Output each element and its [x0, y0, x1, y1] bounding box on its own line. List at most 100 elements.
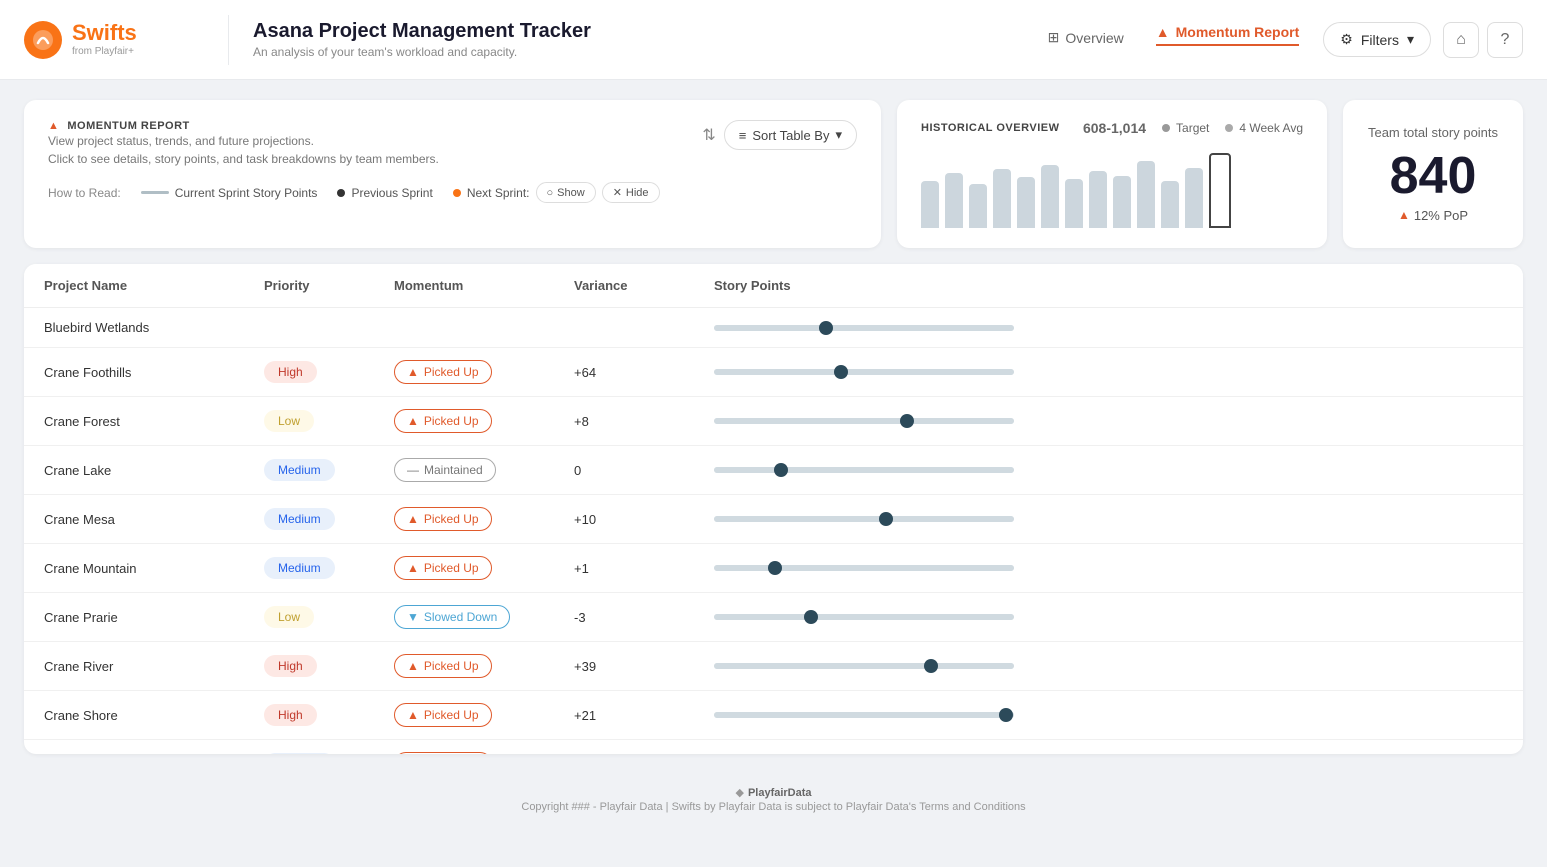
hist-target-legend: Target [1162, 121, 1209, 135]
story-points-bar [714, 712, 1014, 718]
legend-current-label: Current Sprint Story Points [175, 186, 318, 200]
header-nav: ⊞ Overview ▲ Momentum Report [1048, 24, 1300, 55]
momentum-badge-up: ▲Picked Up [394, 654, 492, 678]
table-row[interactable]: Crane Forest Low ▲Picked Up +8 [24, 397, 1523, 446]
home-button[interactable]: ⌂ [1443, 22, 1479, 58]
header-actions: ⌂ ? [1443, 22, 1523, 58]
story-points-bar [714, 369, 1014, 375]
legend-next-dot [453, 189, 461, 197]
sp-track [714, 369, 1014, 375]
table-row[interactable]: Bluebird Wetlands [24, 308, 1523, 348]
panel-title: ▲ MOMENTUM REPORT [48, 120, 439, 132]
table-body: Bluebird Wetlands Crane Foothills High ▲… [24, 308, 1523, 755]
story-change-value: 12% PoP [1414, 208, 1468, 223]
story-points-bar [714, 663, 1014, 669]
table-header-row: Project Name Priority Momentum Variance … [24, 264, 1523, 308]
panel-title-area: ▲ MOMENTUM REPORT View project status, t… [48, 120, 439, 168]
sp-dot [774, 463, 788, 477]
table-row[interactable]: Crane Mountain Medium ▲Picked Up +1 [24, 544, 1523, 593]
momentum-cell [374, 308, 554, 348]
header-divider [228, 15, 229, 65]
table-row[interactable]: Crane Shore High ▲Picked Up +21 [24, 691, 1523, 740]
hist-title: HISTORICAL OVERVIEW [921, 122, 1059, 134]
picked-up-icon: ▲ [407, 512, 419, 526]
momentum-icon: ▲ [48, 120, 59, 132]
project-name-cell: Crane Mesa [24, 495, 244, 544]
legend-previous: Previous Sprint [337, 186, 432, 200]
priority-badge-high: High [264, 361, 317, 383]
story-points-bar [714, 325, 1014, 331]
story-points-cell [694, 593, 1523, 642]
sp-track [714, 418, 1014, 424]
priority-cell: High [244, 348, 374, 397]
priority-cell: Medium [244, 740, 374, 755]
table-row[interactable]: Crane Prarie Low ▼Slowed Down -3 [24, 593, 1523, 642]
hide-button[interactable]: ✕ Hide [602, 182, 660, 203]
priority-badge-medium: Medium [264, 459, 335, 481]
filters-button[interactable]: ⚙ Filters ▾ [1323, 22, 1431, 57]
story-points-bar [714, 516, 1014, 522]
project-name-cell: Crane Foothills [24, 348, 244, 397]
momentum-cell: ▲Picked Up [374, 397, 554, 446]
project-name-cell: Crane Forest [24, 397, 244, 446]
show-hide-buttons: ○ Show ✕ Hide [536, 182, 660, 203]
chart-bar [945, 173, 963, 228]
hist-avg-label: 4 Week Avg [1239, 121, 1303, 135]
table-row[interactable]: Crane Lake Medium —Maintained 0 [24, 446, 1523, 495]
hist-chart [921, 148, 1303, 228]
chart-bar-group [969, 148, 987, 228]
nav-overview-wrap: ⊞ Overview [1048, 29, 1124, 50]
show-button[interactable]: ○ Show [536, 182, 596, 203]
filters-label: Filters [1361, 32, 1399, 48]
momentum-cell: ▲Picked Up [374, 544, 554, 593]
chart-bar [1065, 179, 1083, 228]
sp-dot [819, 321, 833, 335]
projects-table: Project Name Priority Momentum Variance … [24, 264, 1523, 754]
panel-desc: View project status, trends, and future … [48, 132, 439, 168]
col-priority: Priority [244, 264, 374, 308]
priority-cell: Low [244, 593, 374, 642]
variance-cell: +8 [554, 397, 694, 446]
chart-bar [1089, 171, 1107, 228]
hide-icon: ✕ [613, 186, 622, 199]
hide-label: Hide [626, 187, 649, 199]
table-wrap[interactable]: Project Name Priority Momentum Variance … [24, 264, 1523, 754]
table-row[interactable]: Crane River High ▲Picked Up +39 [24, 642, 1523, 691]
priority-badge-high: High [264, 704, 317, 726]
sp-dot [834, 365, 848, 379]
nav-overview[interactable]: ⊞ Overview [1048, 29, 1124, 50]
help-button[interactable]: ? [1487, 22, 1523, 58]
chart-bar [969, 184, 987, 228]
chart-bar-group [921, 148, 939, 228]
chart-bar-group [1041, 148, 1059, 228]
story-points-bar [714, 467, 1014, 473]
chart-bar-group [1017, 148, 1035, 228]
table-row[interactable]: Crane Mesa Medium ▲Picked Up +10 [24, 495, 1523, 544]
sort-table-button[interactable]: ≡ Sort Table By ▾ [724, 120, 857, 150]
table-row[interactable]: Crane Wetlands Medium ▲Picked Up +2 [24, 740, 1523, 755]
logo-area: Swifts from Playfair+ [24, 21, 204, 59]
chart-bar-group [1185, 148, 1203, 228]
priority-badge-medium: Medium [264, 753, 335, 754]
momentum-cell: —Maintained [374, 446, 554, 495]
footer-copyright: Copyright ### - Playfair Data | Swifts b… [12, 801, 1535, 813]
priority-cell: Medium [244, 446, 374, 495]
project-name-cell: Crane River [24, 642, 244, 691]
playfair-logo-icon: ◆ [735, 786, 743, 799]
nav-momentum[interactable]: ▲ Momentum Report [1156, 24, 1300, 46]
sp-track [714, 325, 1014, 331]
momentum-cell: ▲Picked Up [374, 348, 554, 397]
picked-up-icon: ▲ [407, 414, 419, 428]
story-change: ▲ 12% PoP [1398, 208, 1468, 223]
sp-track [714, 663, 1014, 669]
chart-bar [1041, 165, 1059, 228]
sp-dot [900, 414, 914, 428]
sort-icon: ⇅ [702, 125, 715, 145]
sp-track [714, 516, 1014, 522]
table-row[interactable]: Crane Foothills High ▲Picked Up +64 [24, 348, 1523, 397]
story-points-cell [694, 691, 1523, 740]
chart-bar [1137, 161, 1155, 228]
priority-badge-medium: Medium [264, 508, 335, 530]
header-title-area: Asana Project Management Tracker An anal… [253, 20, 1048, 59]
story-points-cell [694, 308, 1523, 348]
